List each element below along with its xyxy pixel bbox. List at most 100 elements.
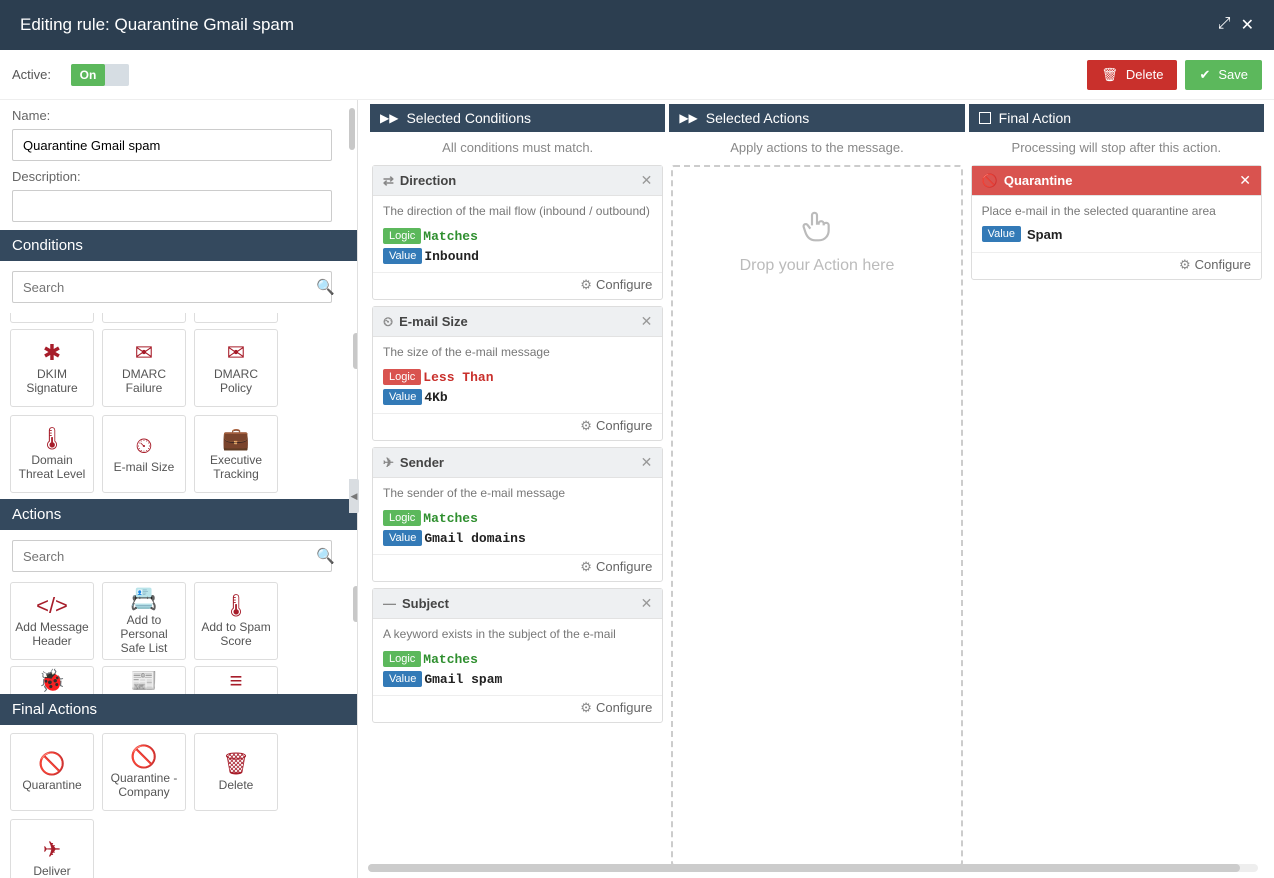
card-remove-button[interactable]: ✕ <box>1239 172 1251 189</box>
logic-value: Less Than <box>423 370 493 385</box>
card-remove-button[interactable]: ✕ <box>641 595 653 612</box>
tile-icon: 🚫 <box>38 751 65 777</box>
card-icon: ✈ <box>383 455 394 471</box>
tile-partial[interactable]: 🐞 <box>10 666 94 694</box>
finalaction-tile[interactable]: 🗑Delete <box>194 733 278 811</box>
sidebar: Name: Description: Conditions 🔍 ✱DKIM Si… <box>0 100 358 878</box>
tile-partial[interactable] <box>194 313 278 323</box>
action-tile[interactable]: </>Add Message Header <box>10 582 94 660</box>
value-text: Spam <box>1027 227 1062 242</box>
condition-tile[interactable]: 💼Executive Tracking <box>194 415 278 493</box>
page-title: Editing rule: Quarantine Gmail spam <box>20 15 294 35</box>
save-button[interactable]: ✔ Save <box>1185 60 1262 90</box>
action-tile[interactable]: 📇Add to Personal Safe List <box>102 582 186 660</box>
card-title-text: Direction <box>400 173 456 188</box>
condition-card: —Subject ✕ A keyword exists in the subje… <box>372 588 663 723</box>
tile-icon: 💼 <box>222 426 249 452</box>
configure-button[interactable]: ⚙Configure <box>972 252 1261 279</box>
logic-tag: Logic <box>383 510 421 526</box>
dropzone-text: Drop your Action here <box>740 257 895 275</box>
description-field[interactable] <box>12 190 332 222</box>
active-toggle[interactable]: On <box>71 64 129 86</box>
condition-tile[interactable]: ⏲E-mail Size <box>102 415 186 493</box>
search-icon[interactable]: 🔍 <box>316 278 335 296</box>
tile-icon: ✱ <box>43 340 61 366</box>
name-field[interactable] <box>12 129 332 161</box>
condition-tile[interactable]: ✱DKIM Signature <box>10 329 94 407</box>
gear-icon: ⚙ <box>580 418 592 433</box>
card-remove-button[interactable]: ✕ <box>641 313 653 330</box>
card-icon: ⏲ <box>383 314 393 330</box>
tile-icon: ✉ <box>227 340 245 366</box>
action-tile[interactable]: 🌡Add to Spam Score <box>194 582 278 660</box>
tile-partial[interactable]: 📰 <box>102 666 186 694</box>
gear-icon: ⚙ <box>580 559 592 574</box>
forward-icon: ▶▶ <box>679 111 697 125</box>
conditions-section-header: Conditions <box>0 230 357 261</box>
condition-tile[interactable]: ✉DMARC Failure <box>102 329 186 407</box>
tile-label: DMARC Policy <box>199 368 273 396</box>
value-text: Gmail domains <box>424 531 525 546</box>
card-remove-button[interactable]: ✕ <box>641 454 653 471</box>
scrollbar-thumb[interactable] <box>353 333 358 369</box>
column-subtext: All conditions must match. <box>370 132 665 163</box>
lines-icon: ≡ <box>230 668 243 694</box>
final-action-card: 🚫Quarantine ✕ Place e-mail in the select… <box>971 165 1262 280</box>
scrollbar-thumb[interactable] <box>368 864 1240 872</box>
horizontal-scrollbar[interactable] <box>368 864 1258 872</box>
tile-partial[interactable] <box>10 313 94 323</box>
configure-button[interactable]: ⚙Configure <box>373 272 662 299</box>
trash-icon: 🗑 <box>1101 67 1118 83</box>
tile-label: Executive Tracking <box>199 454 273 482</box>
scrollbar-thumb[interactable] <box>349 108 355 150</box>
gear-icon: ⚙ <box>580 277 592 292</box>
configure-button[interactable]: ⚙Configure <box>373 413 662 440</box>
card-title-text: E-mail Size <box>399 314 468 329</box>
tile-icon: ✉ <box>135 340 153 366</box>
check-icon: ✔ <box>1199 67 1210 83</box>
configure-button[interactable]: ⚙Configure <box>373 695 662 722</box>
conditions-search-input[interactable] <box>12 271 332 303</box>
logic-value: Matches <box>423 652 478 667</box>
collapse-sidebar-handle[interactable]: ◀ <box>349 479 359 513</box>
description-label: Description: <box>12 169 345 184</box>
tile-icon: 🌡 <box>38 426 66 452</box>
expand-icon[interactable]: ⤢ <box>1218 15 1231 35</box>
value-tag: Value <box>383 530 422 546</box>
finalactions-section-header: Final Actions <box>0 694 357 725</box>
logic-value: Matches <box>423 229 478 244</box>
tile-label: E-mail Size <box>114 461 175 475</box>
configure-button[interactable]: ⚙Configure <box>373 554 662 581</box>
tile-partial[interactable] <box>102 313 186 323</box>
close-icon[interactable]: ✕ <box>1241 15 1254 35</box>
ban-icon: 🚫 <box>982 173 998 189</box>
tile-label: Add to Personal Safe List <box>107 614 181 655</box>
finalaction-tile[interactable]: ✈Deliver <box>10 819 94 878</box>
card-description: A keyword exists in the subject of the e… <box>373 619 662 649</box>
tile-icon: 📇 <box>130 586 157 612</box>
forward-icon: ▶▶ <box>380 111 398 125</box>
name-label: Name: <box>12 108 345 123</box>
bug-icon: 🐞 <box>38 668 65 694</box>
news-icon: 📰 <box>130 668 157 694</box>
condition-tile[interactable]: ✉DMARC Policy <box>194 329 278 407</box>
actions-search-input[interactable] <box>12 540 332 572</box>
tile-label: Quarantine - Company <box>107 772 181 800</box>
tile-partial[interactable]: ≡ <box>194 666 278 694</box>
finalaction-tile[interactable]: 🚫Quarantine - Company <box>102 733 186 811</box>
condition-tile[interactable]: 🌡Domain Threat Level <box>10 415 94 493</box>
delete-button[interactable]: 🗑 Delete <box>1087 60 1177 90</box>
condition-card: ⇄Direction ✕ The direction of the mail f… <box>372 165 663 300</box>
finalaction-tile[interactable]: 🚫Quarantine <box>10 733 94 811</box>
search-icon[interactable]: 🔍 <box>316 547 335 565</box>
column-title: Selected Actions <box>706 110 810 126</box>
tile-label: DMARC Failure <box>107 368 181 396</box>
logic-tag: Logic <box>383 369 421 385</box>
scrollbar-thumb[interactable] <box>353 586 358 622</box>
gear-icon: ⚙ <box>580 700 592 715</box>
value-tag: Value <box>383 389 422 405</box>
card-description: The sender of the e-mail message <box>373 478 662 508</box>
actions-dropzone[interactable]: Drop your Action here <box>671 165 962 866</box>
tile-icon: 🌡 <box>222 593 250 619</box>
card-remove-button[interactable]: ✕ <box>641 172 653 189</box>
